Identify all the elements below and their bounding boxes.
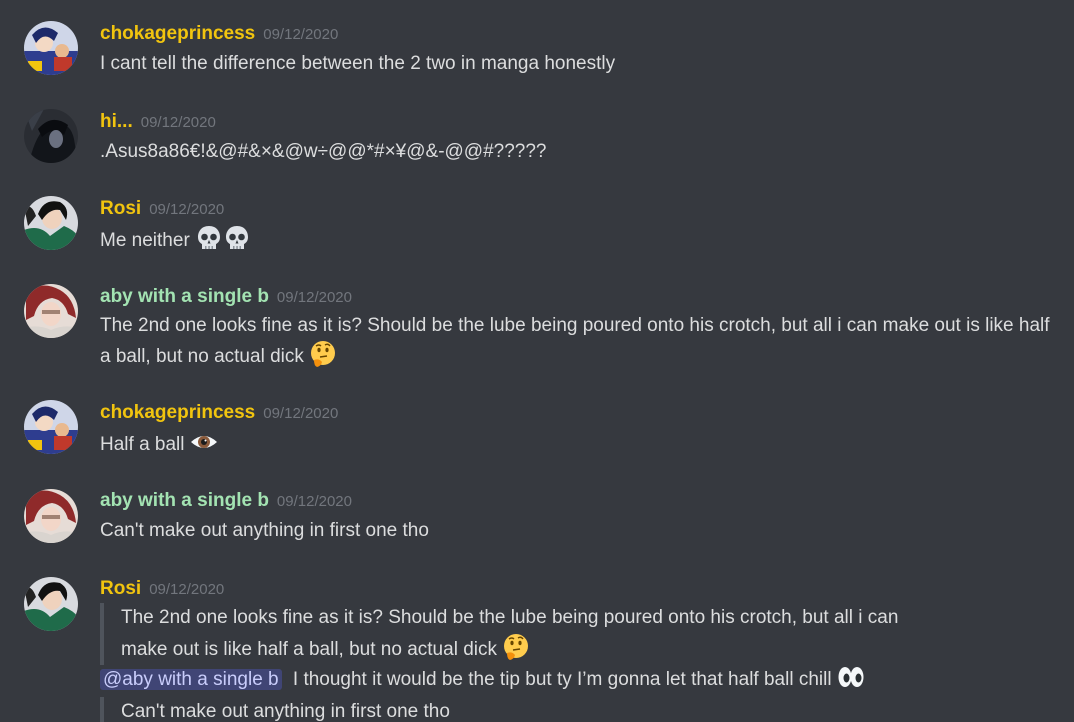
eyes-emoji (837, 663, 865, 691)
eye-emoji (190, 428, 218, 456)
timestamp: 09/12/2020 (263, 26, 339, 43)
skull-emoji (195, 224, 223, 252)
username[interactable]: chokageprincess (100, 23, 255, 44)
timestamp: 09/12/2020 (149, 201, 225, 218)
timestamp: 09/12/2020 (149, 581, 225, 598)
reply-quote: Can't make out anything in first one tho (100, 697, 450, 722)
timestamp: 09/12/2020 (263, 405, 339, 422)
message-text: Me neither (100, 224, 1064, 255)
username[interactable]: Rosi (100, 578, 141, 599)
avatar[interactable] (24, 21, 78, 75)
timestamp: 09/12/2020 (276, 289, 352, 306)
username[interactable]: hi... (100, 111, 133, 132)
username[interactable]: aby with a single b (100, 286, 269, 307)
message-text: .Asus8a86€!&@#&×&@w÷@@*#×¥@&-@@#????? (100, 141, 547, 162)
quote-line: Can't make out anything in first one tho (121, 701, 450, 722)
avatar[interactable] (24, 109, 78, 163)
timestamp: 09/12/2020 (276, 493, 352, 510)
avatar[interactable] (24, 489, 78, 543)
username[interactable]: chokageprincess (100, 402, 255, 423)
message-text: @aby with a single b I thought it would … (100, 663, 1064, 694)
avatar[interactable] (24, 284, 78, 338)
quote-line: The 2nd one looks fine as it is? Should … (121, 607, 899, 628)
user-mention[interactable]: @aby with a single b (100, 669, 282, 690)
username[interactable]: aby with a single b (100, 490, 269, 511)
reply-quote: The 2nd one looks fine as it is? Should … (100, 603, 898, 665)
message-text: Half a ball (100, 428, 1064, 459)
thinking-emoji (309, 340, 337, 368)
chat-log: chokageprincess 09/12/2020 I cant tell th… (0, 0, 1074, 722)
avatar[interactable] (24, 196, 78, 250)
quote-line: make out is like half a ball, but no act… (121, 633, 898, 665)
avatar[interactable] (24, 577, 78, 631)
thinking-emoji (502, 633, 530, 661)
timestamp: 09/12/2020 (140, 114, 216, 131)
message-text: I cant tell the difference between the 2… (100, 53, 616, 74)
username[interactable]: Rosi (100, 198, 141, 219)
message-text: The 2nd one looks fine as it is? Should … (100, 315, 1050, 368)
message-text: Can't make out anything in first one tho (100, 520, 429, 541)
avatar[interactable] (24, 400, 78, 454)
skull-emoji (223, 224, 251, 252)
